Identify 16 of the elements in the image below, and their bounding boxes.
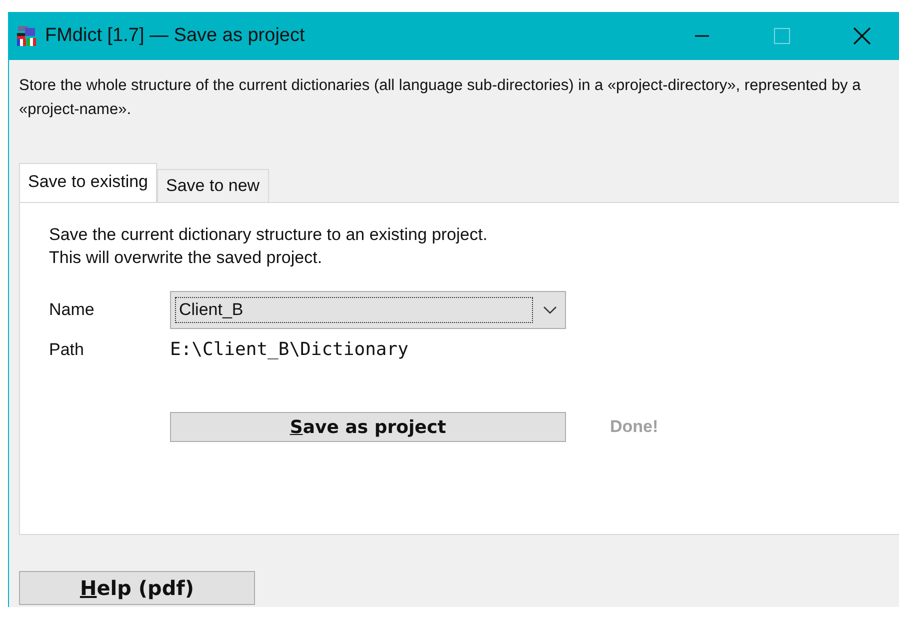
save-button[interactable]: Save as project — [170, 412, 566, 442]
flags-icon — [15, 25, 37, 47]
path-label: Path — [49, 340, 85, 360]
tab[interactable]: Save to new — [157, 169, 269, 202]
help-button[interactable]: Help (pdf) — [19, 571, 255, 605]
close-icon[interactable] — [851, 25, 873, 47]
tab[interactable]: Save to existing — [19, 163, 158, 202]
description-text: Store the whole structure of the current dictionaries (all language sub-directories) in a «project-directory», represented by a «project-name». — [19, 76, 862, 120]
chevron-down-icon — [543, 305, 557, 315]
name-label: Name — [49, 300, 96, 320]
name-dropdown[interactable]: Client_B — [170, 291, 566, 329]
window-title: FMdict [1.7] — Save as project — [45, 25, 305, 47]
status-text: Done! — [610, 417, 658, 437]
intro-text: Save the current dictionary structure to an existing project. — [49, 224, 488, 246]
intro-text: This will overwrite the saved project. — [49, 247, 324, 269]
path-value: E:\Client_B\Dictionary — [170, 339, 408, 360]
